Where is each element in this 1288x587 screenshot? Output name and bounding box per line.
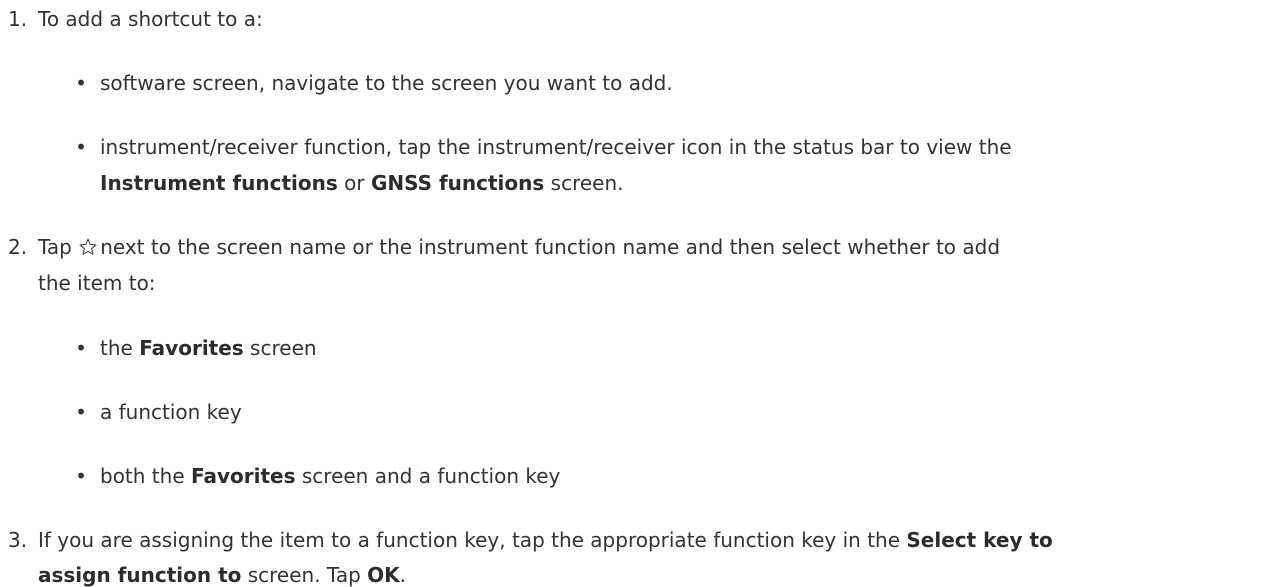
list-item-text: instrument/receiver function, tap the in…	[100, 135, 1012, 159]
list-item-continuation: Instrument functions or GNSS functions s…	[100, 171, 624, 195]
term-ok: OK	[367, 563, 400, 587]
term-assign-function-to: assign function to	[38, 563, 242, 587]
term-favorites: Favorites	[139, 336, 244, 360]
bullet: •	[75, 135, 87, 159]
bullet: •	[75, 464, 87, 488]
list-item-text: a function key	[100, 400, 242, 424]
step-number: 3.	[8, 528, 28, 552]
step-continuation: assign function to screen. Tap OK.	[38, 563, 406, 587]
step-text: If you are assigning the item to a funct…	[38, 528, 1053, 552]
text-pre: both the	[100, 464, 191, 488]
step-text-pre: If you are assigning the item to a funct…	[38, 528, 907, 552]
list-item-text: the Favorites screen	[100, 336, 317, 360]
step-continuation: the item to:	[38, 271, 156, 295]
term-favorites: Favorites	[191, 464, 296, 488]
step-number: 1.	[8, 7, 28, 31]
text-post: screen and a function key	[295, 464, 561, 488]
list-item-text: software screen, navigate to the screen …	[100, 71, 673, 95]
step-text-end: .	[399, 563, 407, 587]
bullet: •	[75, 336, 87, 360]
step-text-mid: screen. Tap	[241, 563, 368, 587]
text-post: screen	[243, 336, 317, 360]
connector-text: or	[337, 171, 371, 195]
step-text-rest: next to the screen name or the instrumen…	[100, 235, 1001, 259]
bullet: •	[75, 400, 87, 424]
step-text-pre: Tap	[38, 235, 79, 259]
term-instrument-functions: Instrument functions	[100, 171, 338, 195]
star-outline-icon	[79, 238, 97, 255]
list-item-end: screen.	[544, 171, 624, 195]
step-number: 2.	[8, 235, 28, 259]
text-pre: the	[100, 336, 140, 360]
help-document: 1. To add a shortcut to a: • software sc…	[0, 0, 1288, 587]
list-item-text: both the Favorites screen and a function…	[100, 464, 560, 488]
term-gnss-functions: GNSS functions	[370, 171, 545, 195]
step-text: Tap next to the screen name or the instr…	[38, 235, 1000, 259]
bullet: •	[75, 71, 87, 95]
step-text: To add a shortcut to a:	[38, 7, 263, 31]
term-select-key-to: Select key to	[906, 528, 1053, 552]
